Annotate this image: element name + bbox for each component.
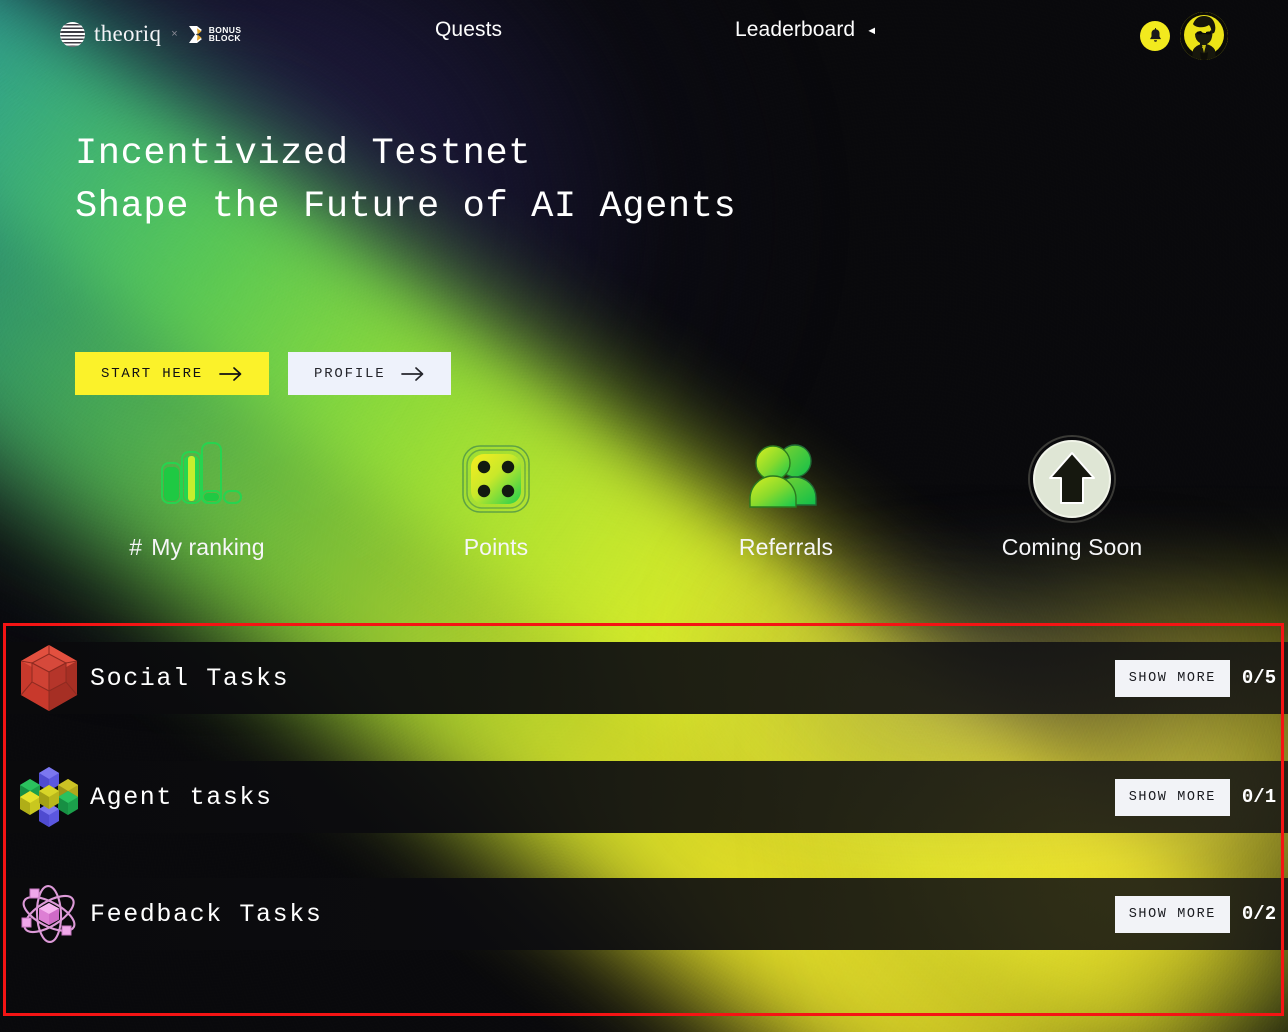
nav-label-leaderboard: Leaderboard (735, 18, 856, 41)
hero-line-2: Shape the Future of AI Agents (75, 186, 737, 228)
red-cube-icon (14, 643, 84, 713)
stat-referrals[interactable]: Referrals (671, 432, 901, 561)
main-navigation: Quests Leaderboard ◄ (0, 18, 1288, 52)
task-row-social[interactable]: Social Tasks SHOW MORE 0/5 (0, 642, 1288, 714)
stat-text-coming-soon: Coming Soon (1001, 534, 1143, 560)
bell-icon (1149, 28, 1161, 42)
hash-icon: # (129, 534, 143, 560)
bar-chart-icon (149, 432, 245, 526)
task-count-feedback: 0/2 (1241, 903, 1277, 925)
nav-item-leaderboard[interactable]: Leaderboard ◄ (735, 18, 877, 42)
hero-section: Incentivized Testnet Shape the Future of… (75, 128, 736, 234)
arrow-up-circle-icon (1024, 432, 1120, 526)
task-title-social: Social Tasks (90, 663, 290, 693)
header-actions (1140, 12, 1228, 60)
task-count-agent: 0/1 (1241, 786, 1277, 808)
profile-label: PROFILE (314, 365, 386, 382)
task-row-agent[interactable]: Agent tasks SHOW MORE 0/1 (0, 761, 1288, 833)
stat-text-my-ranking: My ranking (151, 534, 265, 560)
stat-text-points: Points (463, 534, 529, 560)
stats-row: # My ranking Points Referrals Coming Soo… (0, 432, 1288, 592)
task-title-feedback: Feedback Tasks (90, 899, 323, 929)
task-row-feedback[interactable]: Feedback Tasks SHOW MORE 0/2 (0, 878, 1288, 950)
show-more-button-feedback[interactable]: SHOW MORE (1114, 895, 1230, 933)
stat-label-points: Points (464, 534, 529, 561)
stat-text-referrals: Referrals (738, 534, 834, 560)
profile-button[interactable]: PROFILE (288, 352, 452, 395)
arrow-right-icon (219, 366, 243, 382)
hero-line-1: Incentivized Testnet (75, 133, 532, 175)
stat-label-my-ranking: # My ranking (129, 534, 264, 561)
stat-points[interactable]: Points (381, 432, 611, 561)
stat-my-ranking[interactable]: # My ranking (82, 432, 312, 561)
task-count-social: 0/5 (1241, 667, 1277, 689)
task-title-agent: Agent tasks (90, 782, 273, 812)
arrow-right-icon (401, 366, 425, 382)
start-here-label: START HERE (101, 365, 204, 382)
stat-coming-soon[interactable]: Coming Soon (957, 432, 1187, 561)
pink-atom-icon (14, 881, 84, 947)
show-more-button-social[interactable]: SHOW MORE (1114, 659, 1230, 697)
users-icon (743, 432, 829, 526)
cta-button-row: START HERE PROFILE (75, 352, 452, 395)
chevron-left-icon: ◄ (866, 24, 878, 37)
start-here-button[interactable]: START HERE (75, 352, 270, 395)
cube-flower-icon (14, 765, 84, 829)
page-title: Incentivized Testnet Shape the Future of… (75, 128, 736, 234)
site-header: theoriq × BONUS BLOCK Quests Leaderboard… (0, 0, 1288, 68)
stat-label-referrals: Referrals (739, 534, 833, 561)
stat-label-coming-soon: Coming Soon (1002, 534, 1142, 561)
user-avatar[interactable] (1180, 12, 1228, 60)
dice-icon (453, 432, 539, 526)
show-more-button-agent[interactable]: SHOW MORE (1114, 778, 1230, 816)
nav-item-quests[interactable]: Quests (435, 18, 502, 42)
notification-bell-button[interactable] (1140, 21, 1170, 51)
nav-label-quests: Quests (435, 18, 503, 41)
task-list: Social Tasks SHOW MORE 0/5 Agent tasks S… (0, 612, 1288, 1032)
